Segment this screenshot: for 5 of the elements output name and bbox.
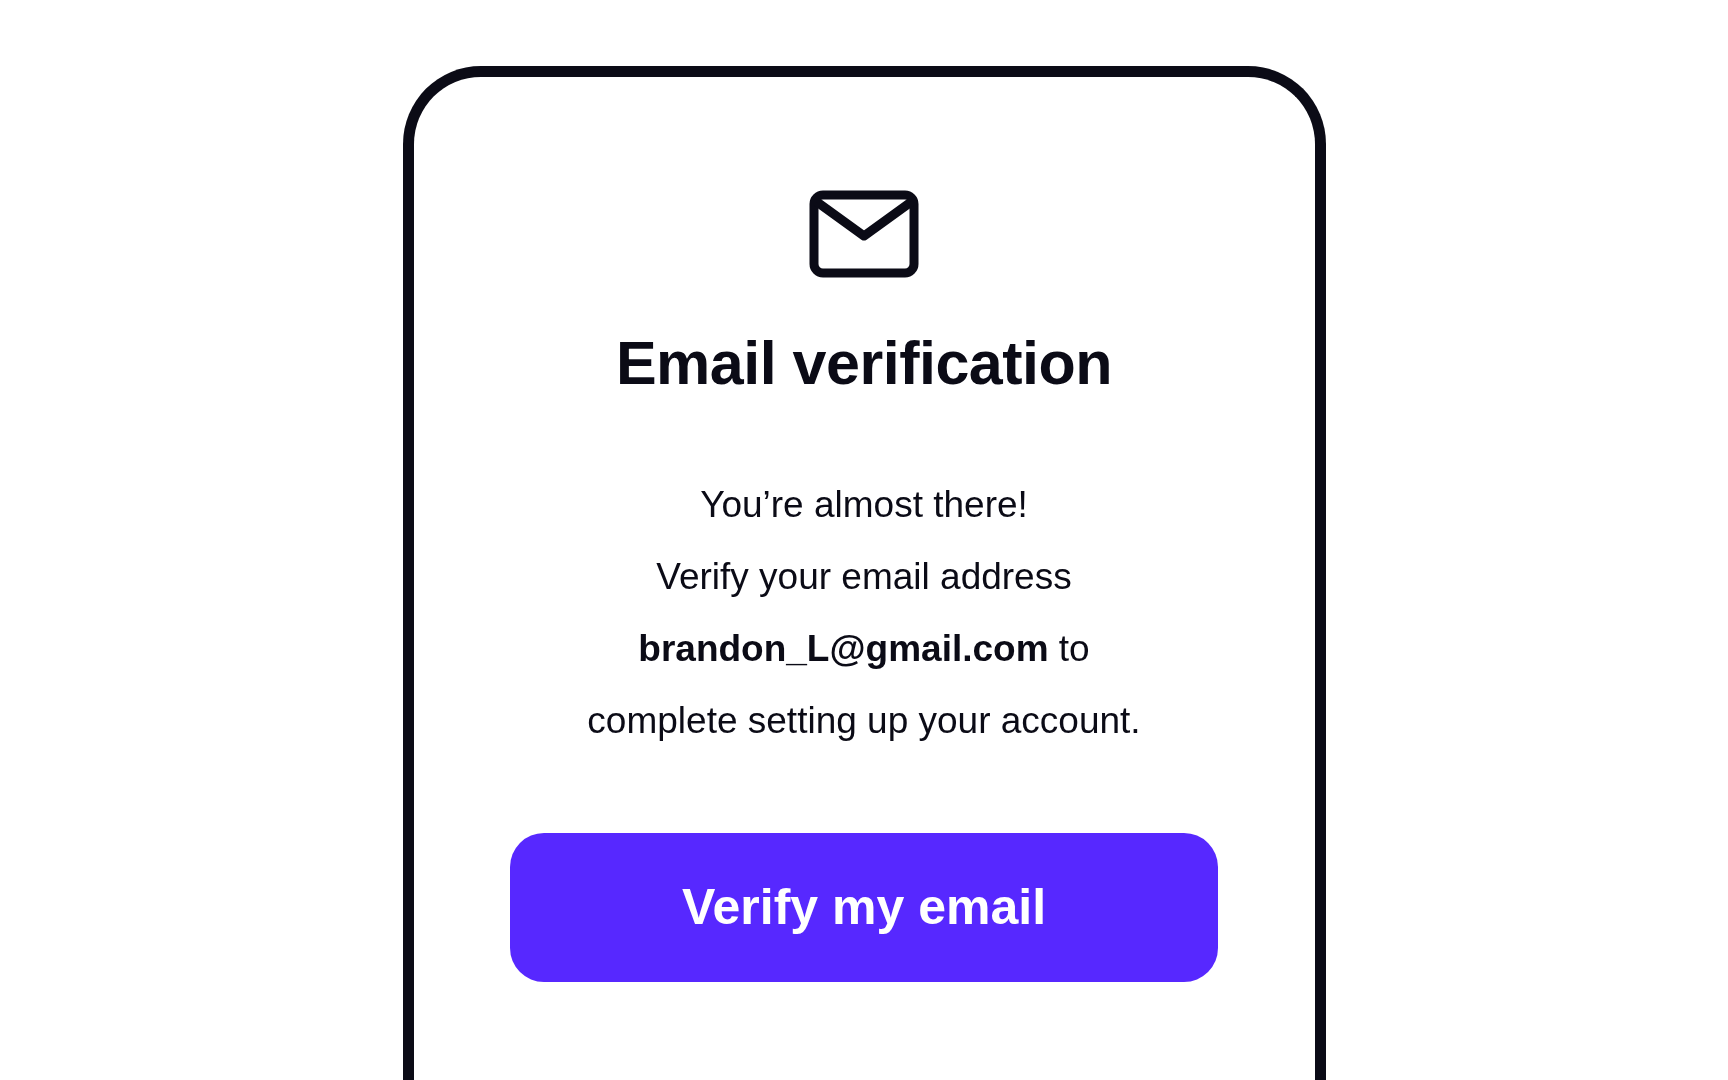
title: Email verification [614,330,1114,398]
greeting-text: You’re almost there! [699,483,1029,528]
envelope-icon [809,190,919,278]
verify-button[interactable]: Verify my email [510,833,1218,983]
message-text: Verify your email address brandon_L@gmail.com to complete setting up your account. [586,555,1142,744]
